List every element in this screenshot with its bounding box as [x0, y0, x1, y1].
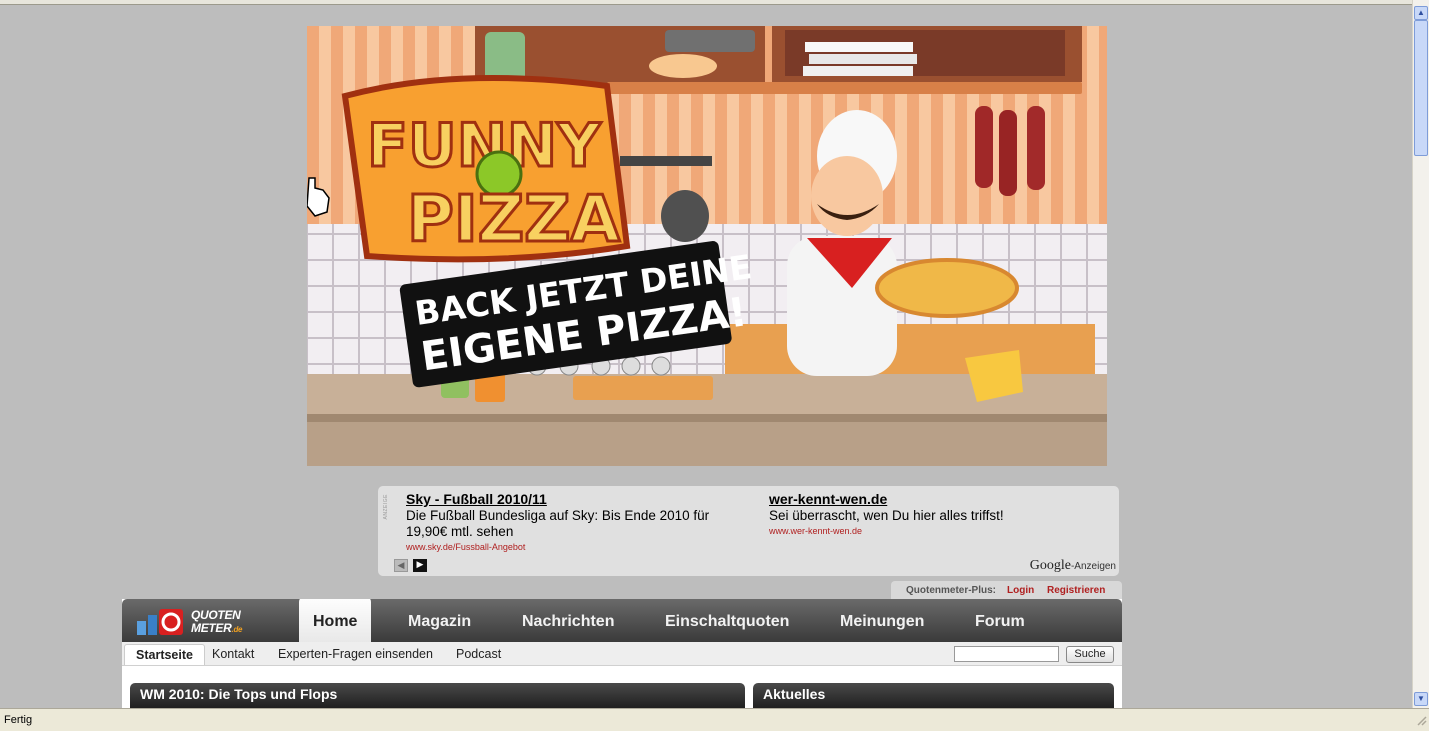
ad-title-link[interactable]: Sky - Fußball 2010/11 [406, 491, 736, 507]
browser-top-edge [0, 0, 1413, 5]
logo-line1: QUOTEN [191, 608, 241, 622]
pizza-game-banner[interactable]: FUNNY PIZZA BACK JETZT DEINE EIGENE PIZZ… [307, 26, 1107, 466]
google-ads-credit[interactable]: Google-Anzeigen [1030, 558, 1116, 574]
subnav-podcast[interactable]: Podcast [456, 647, 501, 661]
ad-label: ANZEIGE [383, 494, 389, 520]
nav-magazin[interactable]: Magazin [408, 599, 471, 642]
banner-logo-line2: PIZZA [407, 183, 621, 257]
ad-item-werkenntwen[interactable]: wer-kennt-wen.de Sei überrascht, wen Du … [769, 491, 1099, 536]
resize-grip-icon[interactable] [1415, 713, 1427, 727]
logo-line2: METER [191, 621, 232, 635]
subnav-experten-fragen[interactable]: Experten-Fragen einsenden [278, 647, 433, 661]
scroll-down-button[interactable]: ▼ [1414, 692, 1428, 706]
ad-description: Sei überrascht, wen Du hier alles triffs… [769, 508, 1004, 523]
logo-mark-icon [137, 609, 183, 635]
nav-einschaltquoten[interactable]: Einschaltquoten [665, 599, 789, 642]
google-ads-suffix: -Anzeigen [1070, 561, 1116, 572]
box-title-wm-2010: WM 2010: Die Tops und Flops [130, 683, 745, 708]
scroll-thumb[interactable] [1414, 20, 1428, 156]
subnav-kontakt[interactable]: Kontakt [212, 647, 254, 661]
google-ads-box: ANZEIGE Sky - Fußball 2010/11 Die Fußbal… [378, 486, 1119, 576]
plus-label: Quotenmeter-Plus: [906, 585, 997, 596]
google-brand: Google [1029, 558, 1071, 573]
status-text: Fertig [4, 714, 33, 726]
quotenmeter-plus-bar: Quotenmeter-Plus: Login Registrieren [891, 581, 1122, 600]
nav-meinungen[interactable]: Meinungen [840, 599, 924, 642]
search-button[interactable]: Suche [1066, 646, 1114, 663]
login-link[interactable]: Login [1007, 585, 1034, 596]
ad-item-sky[interactable]: Sky - Fußball 2010/11 Die Fußball Bundes… [406, 491, 736, 552]
ad-title-link[interactable]: wer-kennt-wen.de [769, 491, 1099, 507]
main-navigation: QUOTEN METER.de Home Magazin Nachrichten… [122, 599, 1122, 643]
ad-prev-icon[interactable]: ◀ [394, 559, 408, 572]
quotenmeter-site: QUOTEN METER.de Home Magazin Nachrichten… [122, 599, 1122, 708]
ad-url[interactable]: www.sky.de/Fussball-Angebot [406, 542, 736, 552]
ad-description: Die Fußball Bundesliga auf Sky: Bis Ende… [406, 508, 710, 539]
logo-tld: .de [231, 625, 243, 634]
browser-statusbar: Fertig [0, 708, 1429, 731]
ad-next-icon[interactable]: ▶ [413, 559, 427, 572]
pizza-banner-illustration: FUNNY PIZZA BACK JETZT DEINE EIGENE PIZZ… [307, 26, 1107, 466]
quotenmeter-logo[interactable]: QUOTEN METER.de [135, 607, 275, 637]
vertical-scrollbar[interactable]: ▲ ▼ [1412, 0, 1429, 708]
nav-forum[interactable]: Forum [975, 599, 1025, 642]
search-input[interactable] [954, 646, 1059, 662]
ad-url[interactable]: www.wer-kennt-wen.de [769, 526, 1099, 536]
nav-home[interactable]: Home [299, 599, 371, 643]
register-link[interactable]: Registrieren [1047, 585, 1105, 596]
sub-navigation: Startseite Kontakt Experten-Fragen einse… [122, 642, 1122, 666]
subnav-startseite[interactable]: Startseite [124, 644, 205, 665]
logo-wordmark: QUOTEN METER.de [191, 609, 242, 636]
nav-nachrichten[interactable]: Nachrichten [522, 599, 614, 642]
box-title-aktuelles: Aktuelles [753, 683, 1114, 708]
scroll-up-button[interactable]: ▲ [1414, 6, 1428, 20]
